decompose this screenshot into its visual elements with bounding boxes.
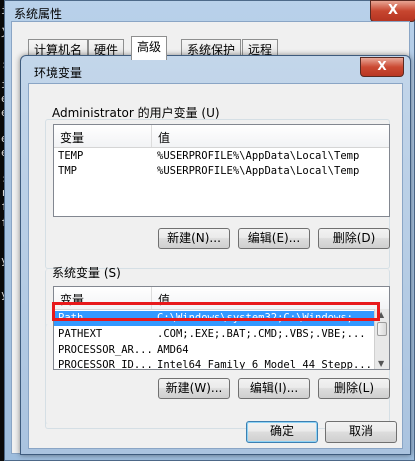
list-header: 变量 值 — [54, 125, 389, 148]
variable-name: PROCESSOR_AR... — [58, 344, 153, 356]
scroll-up-arrow-icon[interactable]: ▲ — [378, 310, 384, 319]
environment-variables-dialog: 环境变量 X Administrator 的用户变量 (U) 变量 值 TEMP… — [20, 55, 411, 455]
list-header: 变量 值 — [54, 287, 389, 310]
variable-value: Intel64 Family 6 Model 44 Stepp... — [157, 359, 372, 369]
system-new-button[interactable]: 新建(W)... — [158, 378, 230, 399]
variable-name: Path — [58, 312, 84, 324]
column-header-value[interactable]: 值 — [158, 291, 170, 308]
list-item[interactable]: TMP %USERPROFILE%\AppData\Local\Temp — [54, 164, 389, 179]
variable-value: C:\Windows\system32;C:\Windows;... — [157, 312, 372, 324]
close-button[interactable]: X — [360, 57, 404, 77]
variable-name: TEMP — [58, 150, 84, 162]
ok-button[interactable]: 确定 — [246, 421, 318, 443]
user-edit-button[interactable]: 编辑(E)... — [238, 228, 310, 249]
column-header-variable[interactable]: 变量 — [60, 291, 84, 308]
close-button[interactable]: X — [370, 0, 415, 22]
user-variables-list[interactable]: 变量 值 TEMP %USERPROFILE%\AppData\Local\Te… — [53, 124, 390, 217]
system-variables-list[interactable]: 变量 值 Path C:\Windows\system32;C:\Windows… — [53, 286, 390, 370]
variable-value: AMD64 — [157, 344, 189, 356]
variable-value: %USERPROFILE%\AppData\Local\Temp — [157, 165, 360, 177]
list-item[interactable]: PROCESSOR_AR... AMD64 — [54, 343, 374, 358]
dialog-title: 环境变量 — [34, 66, 83, 80]
column-divider[interactable] — [151, 287, 152, 309]
scroll-thumb[interactable] — [377, 322, 387, 336]
variable-name: PATHEXT — [58, 328, 103, 340]
variable-name: TMP — [58, 165, 77, 177]
user-new-button[interactable]: 新建(N)... — [158, 228, 230, 249]
variable-value: %USERPROFILE%\AppData\Local\Temp — [157, 150, 360, 162]
vertical-scrollbar[interactable]: ▲ ▼ — [374, 309, 389, 369]
list-item-selected[interactable]: Path C:\Windows\system32;C:\Windows;... — [54, 311, 374, 326]
system-edit-button[interactable]: 编辑(I)... — [238, 378, 310, 399]
list-item[interactable]: PROCESSOR_ID... Intel64 Family 6 Model 4… — [54, 358, 374, 369]
dialog-body: Administrator 的用户变量 (U) 变量 值 TEMP %USERP… — [28, 83, 403, 449]
list-item[interactable]: TEMP %USERPROFILE%\AppData\Local\Temp — [54, 149, 389, 164]
scroll-down-arrow-icon[interactable]: ▼ — [378, 359, 384, 368]
column-header-value[interactable]: 值 — [158, 129, 170, 146]
system-variables-label: 系统变量 (S) — [52, 266, 121, 280]
cancel-button[interactable]: 取消 — [325, 421, 397, 443]
system-delete-button[interactable]: 删除(L) — [318, 378, 390, 399]
list-item[interactable]: PATHEXT .COM;.EXE;.BAT;.CMD;.VBS;.VBE;..… — [54, 327, 374, 342]
tab-advanced[interactable]: 高级 — [131, 36, 168, 60]
variable-value: .COM;.EXE;.BAT;.CMD;.VBS;.VBE;... — [157, 328, 366, 340]
user-delete-button[interactable]: 删除(D) — [318, 228, 390, 249]
user-variables-label: Administrator 的用户变量 (U) — [52, 106, 220, 120]
variable-name: PROCESSOR_ID... — [58, 359, 153, 369]
column-header-variable[interactable]: 变量 — [60, 129, 84, 146]
column-divider[interactable] — [151, 125, 152, 147]
window-title: 系统属性 — [14, 7, 63, 21]
